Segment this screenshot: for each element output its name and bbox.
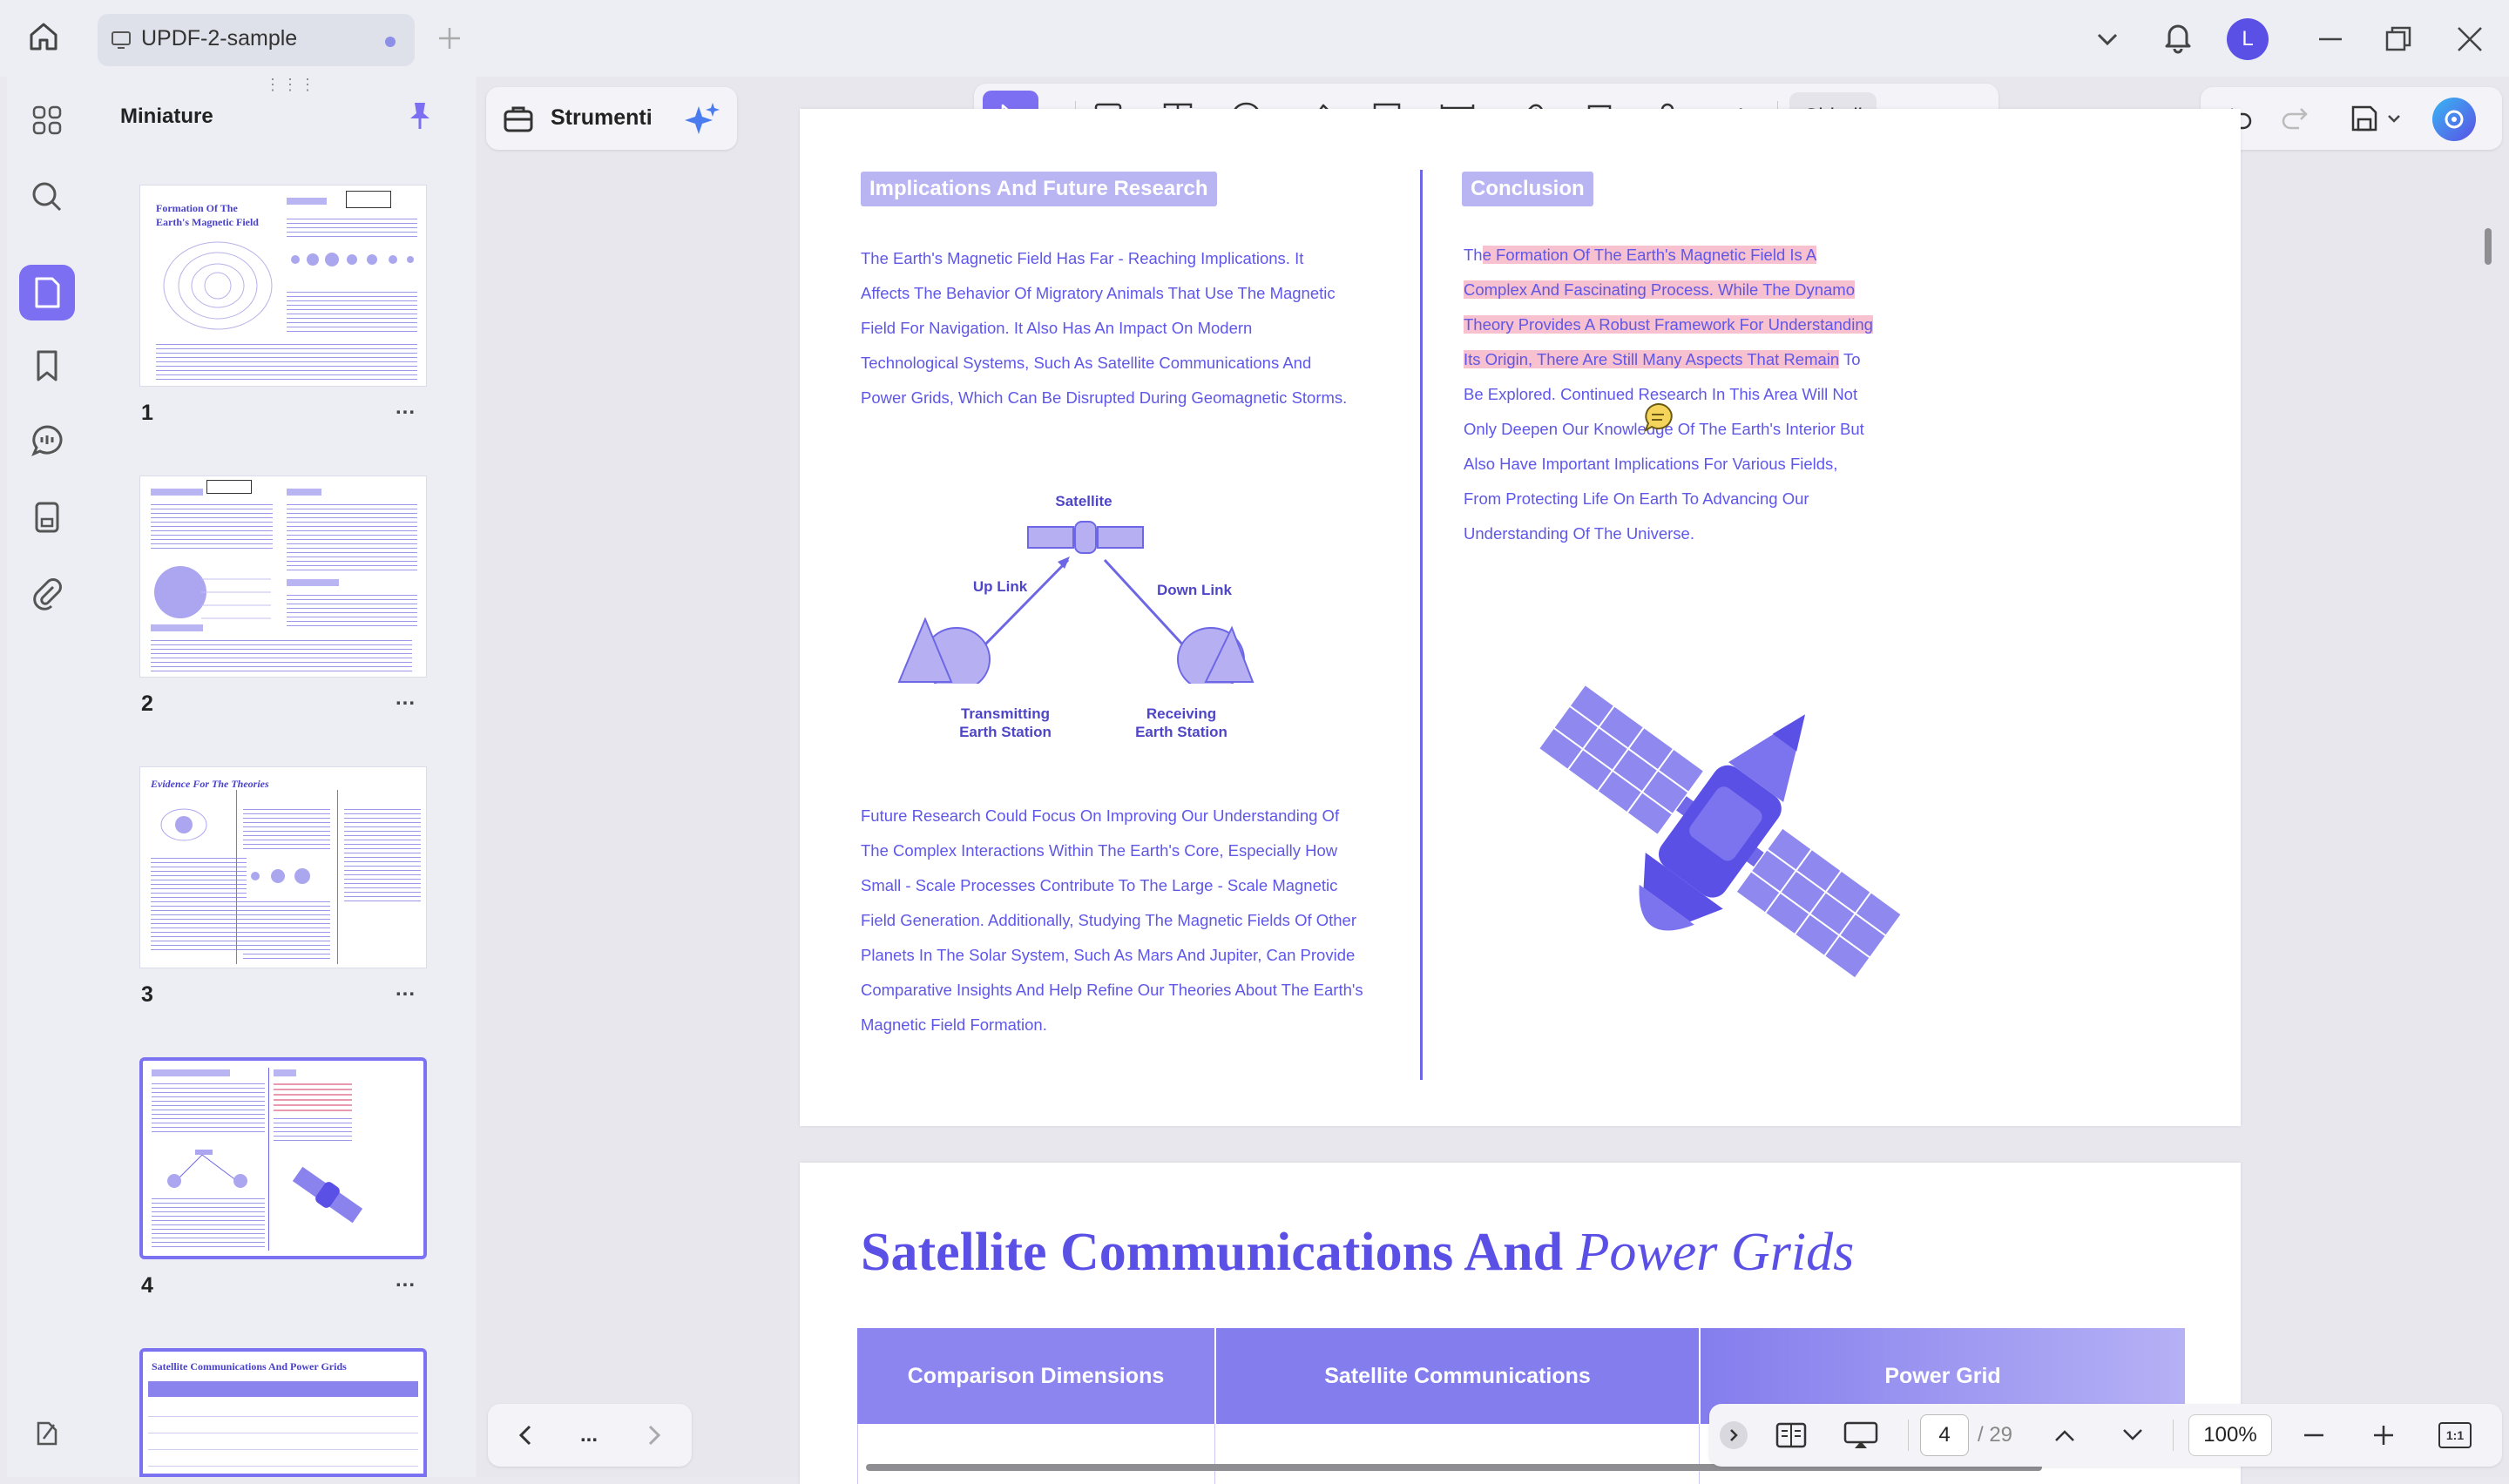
- ai-sparkle-icon[interactable]: [683, 101, 721, 138]
- tools-label: Strumenti: [551, 105, 653, 130]
- conclusion-paragraph: The Formation Of The Earth's Magnetic Fi…: [1464, 238, 1899, 551]
- home-icon[interactable]: [26, 19, 61, 54]
- uplink-label: Up Link: [972, 578, 1028, 595]
- bell-icon[interactable]: [2161, 19, 2195, 54]
- layers-icon[interactable]: [19, 1406, 75, 1461]
- chevron-down-icon[interactable]: [2094, 26, 2120, 52]
- paperclip-icon[interactable]: [19, 566, 75, 622]
- page-2-more-button[interactable]: ...: [396, 686, 416, 711]
- search-icon[interactable]: [19, 169, 75, 225]
- unsaved-dot: [385, 37, 396, 47]
- pdf-page-4: Implications And Future Research The Ear…: [800, 109, 2241, 1126]
- page-thumbnail-1[interactable]: Formation Of The Earth's Magnetic Field: [139, 185, 427, 387]
- zoom-level[interactable]: 100%: [2188, 1414, 2272, 1456]
- conclusion-line: Complex And Fascinating Process. While T…: [1464, 280, 1855, 299]
- transmitting-station-label: Earth Station: [959, 724, 1052, 740]
- ai-assistant-icon[interactable]: [2432, 98, 2476, 141]
- attachment-list-icon[interactable]: [19, 489, 75, 545]
- page-thumbnail-4[interactable]: [139, 1057, 427, 1259]
- conclusion-line: Understanding Of The Universe.: [1464, 524, 1694, 543]
- document-tab[interactable]: UPDF-2-sample: [98, 14, 415, 66]
- page-number-4: 4: [141, 1273, 153, 1298]
- column-divider: [1420, 170, 1423, 1080]
- organize-grid-icon[interactable]: [19, 92, 75, 148]
- table-header-cell: Comparison Dimensions: [857, 1328, 1214, 1424]
- page-number-1: 1: [141, 401, 153, 425]
- thumbnail-panel: ⋮⋮⋮ Miniature Formation Of The Earth's M…: [91, 77, 476, 1477]
- satellite-label: Satellite: [1055, 493, 1112, 509]
- zoom-out-icon[interactable]: [2295, 1416, 2333, 1454]
- reading-mode-icon[interactable]: [1772, 1416, 1810, 1454]
- right-toolbar: [2201, 87, 2502, 150]
- page-controls-bar: / 29 100% 1:1: [1709, 1404, 2502, 1467]
- thumb3-title: Evidence For The Theories: [151, 778, 269, 790]
- panel-title: Miniature: [120, 105, 213, 128]
- transmitting-label: Transmitting: [960, 705, 1050, 722]
- presentation-icon[interactable]: [1840, 1416, 1882, 1454]
- actual-size-button[interactable]: 1:1: [2434, 1416, 2476, 1454]
- page-3-more-button[interactable]: ...: [396, 977, 416, 1002]
- avatar[interactable]: L: [2227, 18, 2269, 60]
- actual-size-label: 1:1: [2438, 1422, 2472, 1448]
- save-dropdown-chevron-icon[interactable]: [2384, 108, 2404, 129]
- previous-page-chevron-up-icon[interactable]: [2046, 1416, 2084, 1454]
- page-thumbnail-3[interactable]: Evidence For The Theories: [139, 766, 427, 968]
- future-research-paragraph: Future Research Could Focus On Improving…: [861, 806, 1363, 1034]
- downlink-label: Down Link: [1157, 582, 1232, 598]
- page-thumbnail-2[interactable]: [139, 476, 427, 678]
- comments-icon[interactable]: [19, 413, 75, 469]
- page-total: / 29: [1978, 1423, 2013, 1447]
- drag-handle[interactable]: ⋮⋮⋮: [265, 77, 315, 92]
- page-number-input[interactable]: [1920, 1414, 1969, 1456]
- zoom-in-icon[interactable]: [2364, 1416, 2403, 1454]
- left-rail: [7, 77, 91, 1477]
- page-4-more-button[interactable]: ...: [396, 1268, 416, 1292]
- minimize-icon[interactable]: [2316, 24, 2345, 54]
- tools-panel-toggle[interactable]: Strumenti: [486, 87, 737, 150]
- conclusion-line: From Protecting Life On Earth To Advanci…: [1464, 489, 1809, 508]
- bookmark-icon[interactable]: [19, 338, 75, 394]
- thumb1-title: Formation Of The Earth's Magnetic Field: [156, 202, 259, 228]
- receiving-station-label: Earth Station: [1135, 724, 1227, 740]
- conclusion-line: The Formation Of The Earth's Magnetic Fi…: [1464, 246, 1817, 264]
- implications-heading: Implications And Future Research: [861, 172, 1217, 206]
- page-nav-box: ...: [488, 1404, 692, 1467]
- pin-icon[interactable]: [406, 99, 434, 131]
- nav-more-button[interactable]: ...: [571, 1418, 606, 1453]
- page-1-more-button[interactable]: ...: [396, 395, 416, 420]
- receiving-label: Receiving: [1146, 705, 1217, 722]
- conclusion-heading: Conclusion: [1462, 172, 1593, 206]
- chevron-right-icon[interactable]: [638, 1418, 673, 1453]
- vertical-scrollbar[interactable]: [2485, 228, 2492, 265]
- conclusion-line: Its Origin, There Are Still Many Aspects…: [1464, 350, 1861, 368]
- document-tab-title: UPDF-2-sample: [141, 26, 298, 51]
- redo-icon[interactable]: [2276, 99, 2314, 138]
- table-header-cell: Satellite Communications: [1216, 1328, 1699, 1424]
- collapse-bar-icon[interactable]: [1720, 1421, 1748, 1449]
- monitor-icon: [110, 29, 132, 51]
- restore-icon[interactable]: [2384, 24, 2413, 54]
- conclusion-line: Theory Provides A Robust Framework For U…: [1464, 315, 1873, 334]
- page-number-3: 3: [141, 982, 153, 1007]
- conclusion-line: Only Deepen Our Knowledge Of The Earth's…: [1464, 420, 1864, 438]
- toolbox-icon: [502, 103, 535, 134]
- title-bar: UPDF-2-sample L: [0, 0, 2509, 77]
- conclusion-line: Also Have Important Implications For Var…: [1464, 455, 1838, 473]
- implications-paragraph: The Earth's Magnetic Field Has Far - Rea…: [861, 249, 1348, 407]
- page-thumbnail-5[interactable]: Satellite Communications And Power Grids: [139, 1348, 427, 1477]
- save-icon[interactable]: [2345, 99, 2384, 138]
- conclusion-line: Be Explored. Continued Research In This …: [1464, 385, 1858, 403]
- new-tab-plus-icon[interactable]: [436, 24, 463, 52]
- next-page-chevron-down-icon[interactable]: [2113, 1416, 2152, 1454]
- page-number-2: 2: [141, 691, 153, 716]
- comment-marker-icon[interactable]: [1641, 401, 1674, 435]
- page5-title: Satellite Communications And Power Grids: [861, 1223, 1855, 1282]
- chevron-left-icon[interactable]: [507, 1418, 542, 1453]
- satellite-illustration: [1536, 682, 1904, 981]
- thumb5-title: Satellite Communications And Power Grids: [152, 1360, 347, 1373]
- thumbnails-icon[interactable]: [19, 265, 75, 320]
- close-window-icon[interactable]: [2455, 24, 2485, 54]
- thumb1-field-drawing: [163, 241, 273, 330]
